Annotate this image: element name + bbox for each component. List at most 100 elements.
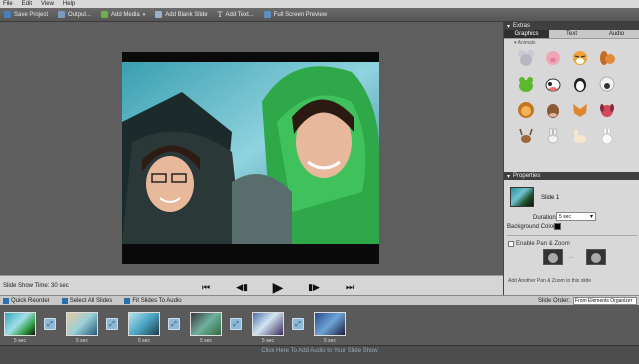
select-all-slides-button[interactable]: Select All Slides [61,297,112,304]
pan-zoom-start-thumb[interactable] [543,249,563,265]
slide-thumbnail[interactable] [314,312,346,336]
add-pan-zoom-link[interactable]: Add Another Pan & Zoom to this slide [508,278,591,284]
slide-duration[interactable]: 5 sec [124,338,164,344]
tab-audio[interactable]: Audio [594,30,639,38]
extras-header[interactable]: ▾ Extras [504,22,639,30]
add-blank-slide-button[interactable]: Add Blank Slide [155,11,208,18]
tab-graphics[interactable]: Graphics [504,30,549,38]
penguin-graphic[interactable] [570,74,590,94]
collapse-icon: ▾ [507,23,511,30]
extras-tabs: Graphics Text Audio [504,30,639,39]
filmstrip: 5 sec ⤢ 5 sec ⤢ 5 sec ⤢ 5 sec ⤢ 5 sec ⤢ … [0,305,639,345]
squirrel-graphic[interactable] [597,48,617,68]
slide-duration[interactable]: 5 sec [62,338,102,344]
full-screen-icon [263,11,271,18]
pan-zoom-checkbox[interactable] [508,241,514,247]
previous-slide-button[interactable]: ◀︎▮ [234,282,250,293]
frog-graphic[interactable] [516,74,536,94]
add-media-button[interactable]: Add Media ▾ [101,11,145,18]
transport-controls: ⏮ ◀︎▮ ▶ ▮▶︎ ⏭ [198,279,358,296]
pan-zoom-label: Enable Pan & Zoom [516,241,570,247]
toolbar: Save Project Output... Add Media ▾ Add B… [0,8,639,22]
fox-graphic[interactable] [570,100,590,120]
lion-graphic[interactable] [516,100,536,120]
menu-help[interactable]: Help [63,1,75,7]
storyboard-toolbar: Quick Reorder Select All Slides Fit Slid… [0,295,639,305]
section-label: ▾ Animals [514,40,536,46]
next-slide-button[interactable]: ▮▶︎ [306,282,322,293]
transition-button[interactable]: ⤢ [106,318,118,330]
collapse-icon: ▾ [507,173,511,180]
blank-slide-icon [155,11,163,18]
output-button[interactable]: Output... [58,11,91,18]
pan-zoom-end-thumb[interactable] [586,249,606,265]
duration-label: Duration: [533,215,558,221]
menu-edit[interactable]: Edit [22,1,32,7]
tiger-graphic[interactable] [570,48,590,68]
select-all-icon [61,297,68,304]
save-icon [4,11,11,18]
mouse-graphic[interactable] [516,48,536,68]
fit-slides-to-audio-button[interactable]: Fit Slides To Audio [124,297,182,304]
background-color-swatch[interactable] [554,223,561,230]
transition-button[interactable]: ⤢ [168,318,180,330]
extras-panel: ▾ Extras Graphics Text Audio ▾ Animals [503,22,639,172]
transition-button[interactable]: ⤢ [292,318,304,330]
slide-thumbnail [510,187,534,207]
preview-stage [0,22,503,275]
cow-head-graphic[interactable] [543,100,563,120]
properties-header[interactable]: ▾ Properties [504,172,639,180]
bunny-graphic[interactable] [597,126,617,146]
add-audio-link[interactable]: Click Here To Add Audio to Your Slide Sh… [0,348,639,354]
slide-thumbnail[interactable] [66,312,98,336]
cow-graphic[interactable] [543,74,563,94]
reorder-icon [3,297,9,304]
menu-view[interactable]: View [41,1,54,7]
slide-duration[interactable]: 5 sec [310,338,350,344]
properties-panel: ▾ Properties Slide 1 Duration: 5 sec Bac… [503,172,639,295]
slide-photo [122,62,379,244]
pig-graphic[interactable] [543,48,563,68]
arrow-right-icon: → [568,254,574,260]
menu-bar: File Edit View Help [0,0,639,8]
slide-order-select[interactable]: From Elements Organizer [573,297,637,305]
divider [507,235,637,236]
slide-duration[interactable]: 5 sec [0,338,40,344]
add-text-button[interactable]: T Add Text... [218,10,254,19]
output-icon [58,11,66,18]
background-color-label: Background Color: [507,224,557,230]
fit-audio-icon [124,297,131,304]
save-project-button[interactable]: Save Project [4,11,48,18]
audio-track: Click Here To Add Audio to Your Slide Sh… [0,345,639,364]
dog-graphic[interactable] [597,100,617,120]
text-icon: T [217,10,223,19]
slide-thumbnail[interactable] [252,312,284,336]
transition-button[interactable]: ⤢ [44,318,56,330]
transition-button[interactable]: ⤢ [230,318,242,330]
play-button[interactable]: ▶ [270,279,286,296]
reindeer-graphic[interactable] [516,126,536,146]
sheep-graphic[interactable] [597,74,617,94]
slide-preview[interactable] [122,52,379,264]
slide-thumbnail[interactable] [4,312,36,336]
tab-text[interactable]: Text [549,30,594,38]
photo-image [122,62,379,244]
slide-order-label: Slide Order: [537,298,570,304]
quick-reorder-button[interactable]: Quick Reorder [3,297,50,304]
slide-thumbnail[interactable] [128,312,160,336]
first-slide-button[interactable]: ⏮ [198,282,214,293]
rabbit-white-graphic[interactable] [570,126,590,146]
menu-file[interactable]: File [3,1,13,7]
slide-order: Slide Order: From Elements Organizer [538,297,637,305]
last-slide-button[interactable]: ⏭ [342,282,358,293]
playback-bar: Slide Show Time: 30 sec ⏮ ◀︎▮ ▶ ▮▶︎ ⏭ [0,275,503,295]
chevron-down-icon: ▾ [142,11,146,18]
rabbit-graphic[interactable] [543,126,563,146]
full-screen-preview-button[interactable]: Full Screen Preview [263,11,327,18]
slide-duration[interactable]: 5 sec [186,338,226,344]
slide-show-time: Slide Show Time: 30 sec [3,283,69,289]
duration-select[interactable]: 5 sec [556,212,596,221]
slide-thumbnail[interactable] [190,312,222,336]
graphics-grid [504,46,639,148]
slide-duration[interactable]: 5 sec [248,338,288,344]
